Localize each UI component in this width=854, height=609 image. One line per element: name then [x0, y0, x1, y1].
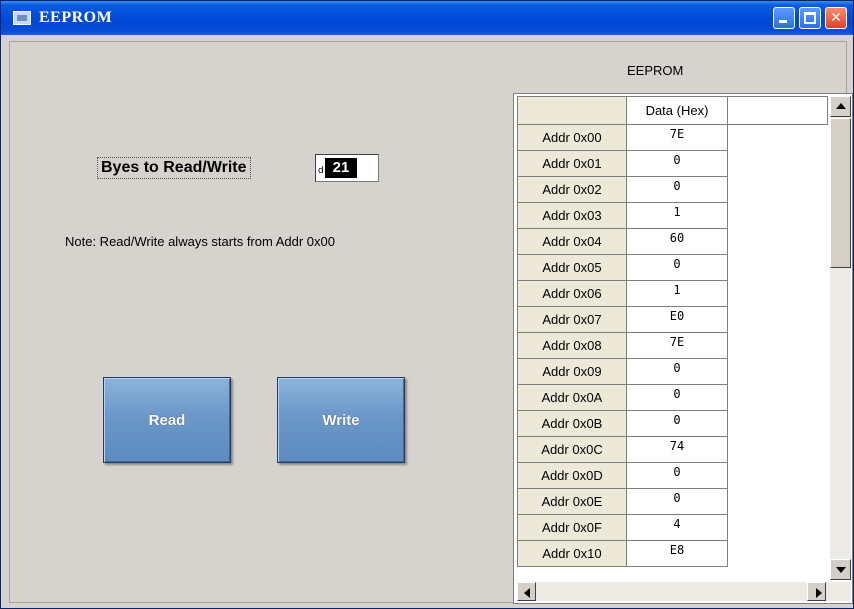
data-cell[interactable]: 4 [627, 515, 728, 541]
table-row: Addr 0x09 0 [517, 359, 728, 385]
row-header: Addr 0x0A [517, 385, 627, 411]
data-cell[interactable]: 0 [627, 463, 728, 489]
data-cell[interactable]: E0 [627, 307, 728, 333]
data-cell[interactable]: 7E [627, 125, 728, 151]
row-header: Addr 0x10 [517, 541, 627, 567]
scroll-left-button[interactable] [517, 582, 536, 601]
table-row: Addr 0x10 E8 [517, 541, 728, 567]
bytes-label: Byes to Read/Write [97, 157, 251, 179]
scroll-up-button[interactable] [830, 96, 851, 117]
row-header: Addr 0x0B [517, 411, 627, 437]
close-button[interactable]: ✕ [825, 7, 847, 29]
row-header: Addr 0x05 [517, 255, 627, 281]
data-cell[interactable]: 0 [627, 359, 728, 385]
column-header-data: Data (Hex) [627, 96, 728, 125]
row-header: Addr 0x06 [517, 281, 627, 307]
data-cell[interactable]: 0 [627, 385, 728, 411]
row-header: Addr 0x02 [517, 177, 627, 203]
close-icon: ✕ [830, 10, 842, 26]
app-window-icon[interactable] [13, 11, 31, 25]
horizontal-scrollbar[interactable] [517, 582, 851, 601]
arrow-up-icon [836, 103, 846, 109]
table-row: Addr 0x07 E0 [517, 307, 728, 333]
table-row: Addr 0x06 1 [517, 281, 728, 307]
row-header: Addr 0x08 [517, 333, 627, 359]
data-cell[interactable]: 0 [627, 151, 728, 177]
data-cell[interactable]: E8 [627, 541, 728, 567]
data-cell[interactable]: 1 [627, 281, 728, 307]
data-cell[interactable]: 0 [627, 177, 728, 203]
radix-indicator[interactable]: d [318, 166, 324, 176]
table-corner [517, 96, 627, 125]
read-button[interactable]: Read [103, 377, 231, 463]
window-title: EEPROM [39, 9, 113, 26]
eeprom-table[interactable]: Data (Hex) Addr 0x00 7E Addr 0x01 0 Addr 0x0… [513, 93, 853, 604]
row-header: Addr 0x03 [517, 203, 627, 229]
row-header: Addr 0x0D [517, 463, 627, 489]
row-header: Addr 0x0E [517, 489, 627, 515]
row-header: Addr 0x0F [517, 515, 627, 541]
data-cell[interactable]: 7E [627, 333, 728, 359]
minimize-icon [779, 20, 787, 23]
table-row: Addr 0x0E 0 [517, 489, 728, 515]
arrow-left-icon [524, 588, 530, 598]
scroll-right-button[interactable] [807, 582, 826, 601]
scroll-thumb[interactable] [830, 118, 851, 268]
bytes-value[interactable]: 21 [325, 158, 357, 178]
row-header: Addr 0x00 [517, 125, 627, 151]
arrow-right-icon [816, 588, 822, 598]
maximize-icon [804, 12, 816, 24]
row-header: Addr 0x09 [517, 359, 627, 385]
row-header: Addr 0x01 [517, 151, 627, 177]
write-button[interactable]: Write [277, 377, 405, 463]
table-row: Addr 0x04 60 [517, 229, 728, 255]
arrow-down-icon [836, 567, 846, 573]
row-header: Addr 0x07 [517, 307, 627, 333]
table-row: Addr 0x02 0 [517, 177, 728, 203]
maximize-button[interactable] [799, 7, 821, 29]
bytes-numeric-input[interactable]: d 21 [315, 154, 379, 182]
data-cell[interactable]: 60 [627, 229, 728, 255]
data-cell[interactable]: 74 [627, 437, 728, 463]
title-bar[interactable]: EEPROM ✕ [1, 1, 853, 35]
table-row: Addr 0x0A 0 [517, 385, 728, 411]
column-header-empty [728, 96, 828, 125]
scroll-down-button[interactable] [830, 559, 851, 580]
eeprom-window: EEPROM ✕ Byes to Read/Write d 21 Note: R… [0, 0, 854, 609]
data-cell[interactable]: 1 [627, 203, 728, 229]
data-cell[interactable]: 0 [627, 255, 728, 281]
vertical-scrollbar[interactable] [830, 96, 851, 580]
table-row: Addr 0x08 7E [517, 333, 728, 359]
table-row: Addr 0x0F 4 [517, 515, 728, 541]
data-cell[interactable]: 0 [627, 489, 728, 515]
table-row: Addr 0x0D 0 [517, 463, 728, 489]
table-row: Addr 0x00 7E [517, 125, 728, 151]
row-header: Addr 0x04 [517, 229, 627, 255]
note-text: Note: Read/Write always starts from Addr… [65, 234, 335, 249]
table-row: Addr 0x01 0 [517, 151, 728, 177]
table-rows: Addr 0x00 7E Addr 0x01 0 Addr 0x02 0 Addr 0x03… [517, 125, 728, 567]
table-caption: EEPROM [627, 63, 684, 78]
table-row: Addr 0x0C 74 [517, 437, 728, 463]
table-row: Addr 0x0B 0 [517, 411, 728, 437]
row-header: Addr 0x0C [517, 437, 627, 463]
table-row: Addr 0x05 0 [517, 255, 728, 281]
data-cell[interactable]: 0 [627, 411, 728, 437]
minimize-button[interactable] [773, 7, 795, 29]
table-row: Addr 0x03 1 [517, 203, 728, 229]
